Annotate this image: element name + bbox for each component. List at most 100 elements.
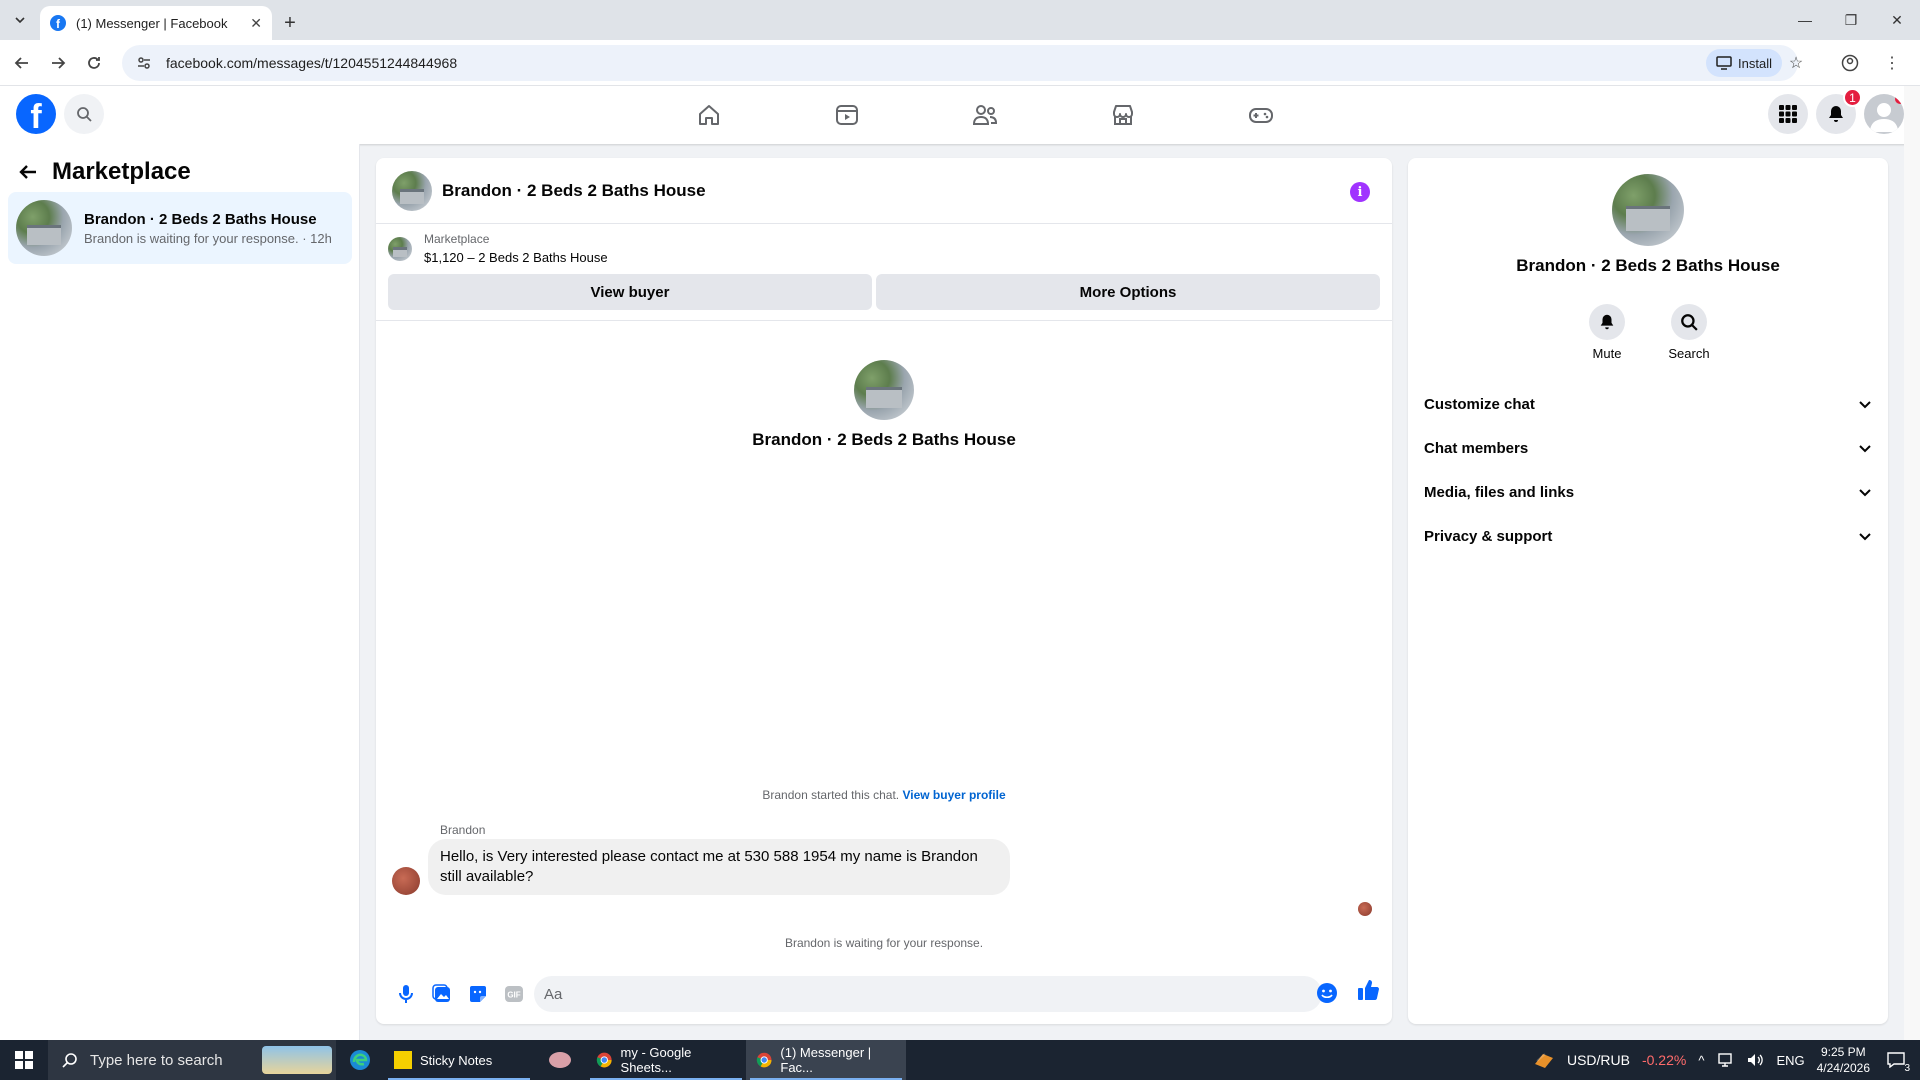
section-media-files-links[interactable]: Media, files and links <box>1416 470 1880 514</box>
emoji-icon <box>1317 983 1337 1003</box>
gif-button[interactable]: GIF <box>496 976 532 1012</box>
start-button[interactable] <box>0 1040 48 1080</box>
nav-home[interactable] <box>640 86 778 144</box>
search-label: Search <box>1668 346 1710 361</box>
bookmark-star-icon[interactable]: ☆ <box>1778 45 1814 81</box>
search-icon <box>77 107 92 122</box>
account-avatar[interactable] <box>1864 94 1904 134</box>
site-settings-icon[interactable] <box>136 55 152 71</box>
send-like-button[interactable] <box>1356 978 1380 1002</box>
chevron-down-icon <box>1859 401 1871 409</box>
new-tab-button[interactable]: + <box>272 6 308 40</box>
volume-icon[interactable] <box>1746 1052 1764 1068</box>
chat-header-avatar[interactable] <box>392 170 432 211</box>
show-hidden-icons-icon[interactable]: ^ <box>1698 1053 1704 1068</box>
browser-tab-messenger[interactable]: f (1) Messenger | Facebook ✕ <box>40 6 272 40</box>
chat-intro-avatar[interactable] <box>854 360 914 420</box>
nav-friends[interactable] <box>916 86 1054 144</box>
nav-marketplace[interactable] <box>1054 86 1192 144</box>
nav-video[interactable] <box>778 86 916 144</box>
view-buyer-profile-link[interactable]: View buyer profile <box>902 788 1005 802</box>
taskbar-app-label: Sticky Notes <box>420 1052 493 1068</box>
voice-clip-button[interactable] <box>388 976 424 1012</box>
tab-search-chevron-icon[interactable] <box>0 0 40 40</box>
chat-panel: Brandon · 2 Beds 2 Baths House i Marketp… <box>376 158 1392 1024</box>
browser-tab-bar: f (1) Messenger | Facebook ✕ + — ❐ ✕ <box>0 0 1920 40</box>
notifications-button[interactable]: 1 <box>1816 88 1862 134</box>
close-window-icon[interactable]: ✕ <box>1874 0 1920 40</box>
restore-icon[interactable]: ❐ <box>1828 0 1874 40</box>
network-icon[interactable] <box>1716 1052 1734 1068</box>
message-sender-name: Brandon <box>440 823 486 837</box>
taskbar-edge[interactable] <box>336 1040 384 1080</box>
browser-menu-icon[interactable]: ⋮ <box>1874 45 1910 81</box>
view-buyer-button[interactable]: View buyer <box>388 274 872 310</box>
back-arrow-icon[interactable] <box>18 162 38 182</box>
chat-started-notice: Brandon started this chat. View buyer pr… <box>376 788 1392 802</box>
taskbar-messenger[interactable]: (1) Messenger | Fac... <box>746 1040 906 1080</box>
conversation-preview: Brandon is waiting for your response. · … <box>84 230 332 246</box>
mute-button[interactable]: Mute <box>1584 304 1630 361</box>
chrome-icon <box>756 1052 772 1068</box>
minimize-icon[interactable]: — <box>1782 0 1828 40</box>
section-chat-members[interactable]: Chat members <box>1416 426 1880 470</box>
nav-gaming[interactable] <box>1192 86 1330 144</box>
section-label: Privacy & support <box>1424 527 1553 545</box>
gif-icon: GIF <box>505 986 523 1002</box>
conversation-sidebar: Marketplace Brandon · 2 Beds 2 Baths Hou… <box>0 144 360 1040</box>
conversation-item[interactable]: Brandon · 2 Beds 2 Baths House Brandon i… <box>8 192 352 264</box>
currency-change: -0.22% <box>1641 1052 1687 1068</box>
thumbs-up-icon <box>1358 980 1379 1000</box>
forward-arrow-icon[interactable] <box>40 45 76 81</box>
taskbar-search-box[interactable]: Type here to search <box>48 1040 336 1080</box>
message-bubble[interactable]: Hello, is Very interested please contact… <box>428 839 1010 895</box>
search-conversation-button[interactable]: Search <box>1666 304 1712 361</box>
menu-button[interactable] <box>1768 94 1808 134</box>
facebook-favicon-icon: f <box>50 15 66 31</box>
action-center-button[interactable]: 3 <box>1882 1046 1910 1074</box>
bell-icon <box>1829 106 1843 122</box>
back-arrow-icon[interactable] <box>4 45 40 81</box>
profile-icon[interactable] <box>1832 45 1868 81</box>
taskbar-app-pinned[interactable] <box>534 1040 586 1080</box>
sidebar-header: Marketplace <box>18 158 191 186</box>
currency-pair[interactable]: USD/RUB <box>1567 1052 1630 1068</box>
attach-photo-button[interactable] <box>424 976 460 1012</box>
close-tab-icon[interactable]: ✕ <box>250 15 262 32</box>
page-scrollbar[interactable] <box>1904 86 1920 1040</box>
notification-badge: 1 <box>1843 88 1862 107</box>
photo-icon <box>432 984 450 1002</box>
chat-header-title[interactable]: Brandon · 2 Beds 2 Baths House <box>442 181 706 201</box>
facebook-search-button[interactable] <box>64 94 104 134</box>
search-highlight-image <box>262 1046 332 1074</box>
url-text: facebook.com/messages/t/1204551244844968 <box>166 55 458 71</box>
toolbar-right: ☆ ⋮ <box>1778 45 1910 81</box>
install-app-button[interactable]: Install <box>1706 49 1782 77</box>
section-privacy-support[interactable]: Privacy & support <box>1416 514 1880 558</box>
sticker-button[interactable] <box>460 976 496 1012</box>
install-monitor-icon <box>1716 56 1732 70</box>
info-avatar[interactable] <box>1612 174 1684 246</box>
sender-avatar[interactable] <box>392 867 420 895</box>
system-clock[interactable]: 9:25 PM 4/24/2026 <box>1817 1044 1870 1076</box>
chevron-down-icon <box>1859 445 1871 453</box>
taskbar-sticky-notes[interactable]: Sticky Notes <box>384 1040 534 1080</box>
reload-icon[interactable] <box>76 45 112 81</box>
info-actions: Mute Search <box>1408 304 1888 361</box>
taskbar-google-sheets[interactable]: my - Google Sheets... <box>586 1040 746 1080</box>
message-input[interactable] <box>534 976 1322 1012</box>
facebook-header: f 1 <box>0 86 1920 144</box>
facebook-logo-icon[interactable]: f <box>16 94 56 134</box>
section-customize-chat[interactable]: Customize chat <box>1416 382 1880 426</box>
listing-source: Marketplace <box>424 232 490 246</box>
currency-widget-icon[interactable] <box>1533 1050 1555 1070</box>
more-options-button[interactable]: More Options <box>876 274 1380 310</box>
language-indicator[interactable]: ENG <box>1776 1053 1804 1068</box>
chevron-down-icon <box>1859 489 1871 497</box>
conversation-info-icon[interactable]: i <box>1350 182 1370 202</box>
emoji-picker-button[interactable] <box>1316 982 1338 1004</box>
listing-thumbnail <box>388 236 412 261</box>
listing-summary[interactable]: Marketplace $1,120 – 2 Beds 2 Baths Hous… <box>388 232 608 265</box>
address-bar[interactable]: facebook.com/messages/t/1204551244844968… <box>122 45 1798 81</box>
main-navigation <box>640 86 1330 144</box>
